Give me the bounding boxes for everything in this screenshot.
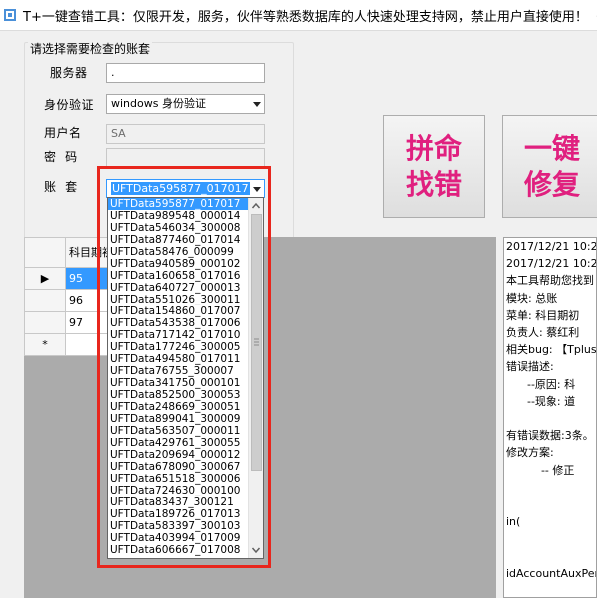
username-input[interactable]: SA [106,124,265,144]
find-error-label-1: 拼命 [405,131,462,165]
dropdown-item[interactable]: UFTData640727_000013 [108,282,250,294]
dropdown-item[interactable]: UFTData877460_017014 [108,234,250,246]
log-line: 2017/12/21 10:29 [506,240,597,253]
chevron-down-icon [253,102,261,107]
dropdown-item[interactable]: UFTData563507_000011 [108,425,250,437]
log-line: -- 修正 [506,463,575,477]
dropdown-item[interactable]: UFTData852500_300053 [108,389,250,401]
scroll-down-icon[interactable] [249,543,263,557]
log-line: 错误描述: [506,360,554,374]
fix-label-1: 一键 [523,131,580,165]
dropdown-item[interactable]: UFTData429761_300055 [108,437,250,449]
groupbox-title: 请选择需要检查的账套 [28,40,153,57]
log-line: 修改方案: [506,446,554,460]
dropdown-item[interactable]: UFTData58476_000099 [108,246,250,258]
find-error-label-2: 找错 [405,167,462,201]
dropdown-item[interactable]: UFTData543538_017006 [108,317,250,329]
dropdown-item[interactable]: UFTData209694_000012 [108,449,250,461]
log-line: 2017/12/21 10:29 [506,257,597,271]
dropdown-item[interactable]: UFTData546034_300008 [108,222,250,234]
auth-select-value: windows 身份验证 [111,97,206,110]
log-line: 本工具帮助您找到 [506,274,594,288]
title-bar: T+一键查错工具：仅限开发，服务，伙伴等熟悉数据库的人快速处理支持网，禁止用户直… [0,0,597,31]
log-line: in( [506,515,521,529]
dropdown-item[interactable]: UFTData651518_300006 [108,473,250,485]
dropdown-item[interactable]: UFTData494580_017011 [108,353,250,365]
scrollbar-thumb[interactable] [251,214,262,471]
dropdown-scrollbar[interactable] [248,198,263,558]
dropdown-item[interactable]: UFTData989548_000014 [108,210,250,222]
log-line: --现象: 道 [506,394,576,408]
log-line: idAccountAuxPeri [506,566,597,580]
log-output-textbox[interactable]: 2017/12/21 10:29 2017/12/21 10:29 本工具帮助您找到… [503,237,597,598]
account-select[interactable]: UFTData595877_017017 [106,179,265,198]
auth-label: 身份验证 [44,98,95,112]
account-select-value: UFTData595877_017017 [111,182,250,195]
dropdown-item[interactable]: UFTData76755_300007 [108,365,250,377]
dropdown-item[interactable]: UFTData724630_000100 [108,485,250,497]
dropdown-item[interactable]: UFTData189726_017013 [108,508,250,520]
auth-select[interactable]: windows 身份验证 [106,94,265,114]
server-input[interactable]: . [106,63,265,83]
dropdown-item[interactable]: UFTData83437_300121 [108,496,250,508]
grip-icon [254,338,259,346]
dropdown-item[interactable]: UFTData551026_300011 [108,294,250,306]
dropdown-item[interactable]: UFTData595877_017017 [108,198,250,210]
dropdown-item[interactable]: UFTData154860_017007 [108,305,250,317]
row-marker[interactable] [24,289,66,312]
dropdown-item[interactable]: UFTData248669_300051 [108,401,250,413]
find-error-button[interactable]: 拼命 找错 [383,115,485,218]
row-marker[interactable]: * [24,333,66,356]
log-line: 相关bug: 【Tplus [506,343,597,357]
row-marker[interactable] [24,311,66,334]
username-label: 用户名 [44,126,82,140]
log-line: 负责人: 蔡红利 [506,326,580,340]
dropdown-item[interactable]: UFTData341750_000101 [108,377,250,389]
dropdown-item[interactable]: UFTData583397_300103 [108,520,250,532]
password-input[interactable] [106,148,265,168]
dropdown-item[interactable]: UFTData940589_000102 [108,258,250,270]
dropdown-item[interactable]: UFTData403994_017009 [108,532,250,544]
dropdown-item[interactable]: UFTData177246_300005 [108,341,250,353]
account-label: 账 套 [44,180,78,194]
one-click-fix-button[interactable]: 一键 修复 [502,115,597,218]
row-marker[interactable]: ▶ [24,267,66,290]
server-label: 服务器 [50,66,88,80]
chevron-down-icon [253,187,261,192]
log-line: 模块: 总账 [506,291,558,305]
app-icon [4,9,16,21]
dropdown-item[interactable]: UFTData160658_017016 [108,270,250,282]
account-dropdown-list[interactable]: UFTData595877_017017 UFTData989548_000014… [107,197,264,559]
dropdown-item[interactable]: UFTData899041_300009 [108,413,250,425]
dropdown-item[interactable]: UFTData717142_017010 [108,329,250,341]
dropdown-item[interactable]: UFTData606667_017008 [108,544,250,556]
log-line: --原因: 科 [506,377,576,391]
dropdown-item[interactable]: UFTData678090_300067 [108,461,250,473]
log-line: 有错误数据:3条。 [506,429,594,443]
dropdown-items: UFTData595877_017017 UFTData989548_000014… [108,198,263,556]
grid-corner-header [24,237,66,268]
scroll-up-icon[interactable] [249,199,263,213]
fix-label-2: 修复 [523,167,580,201]
log-line: 菜单: 科目期初 [506,308,580,322]
password-label: 密 码 [44,150,78,164]
window-title: T+一键查错工具：仅限开发，服务，伙伴等熟悉数据库的人快速处理支持网，禁止用户直… [23,9,597,25]
